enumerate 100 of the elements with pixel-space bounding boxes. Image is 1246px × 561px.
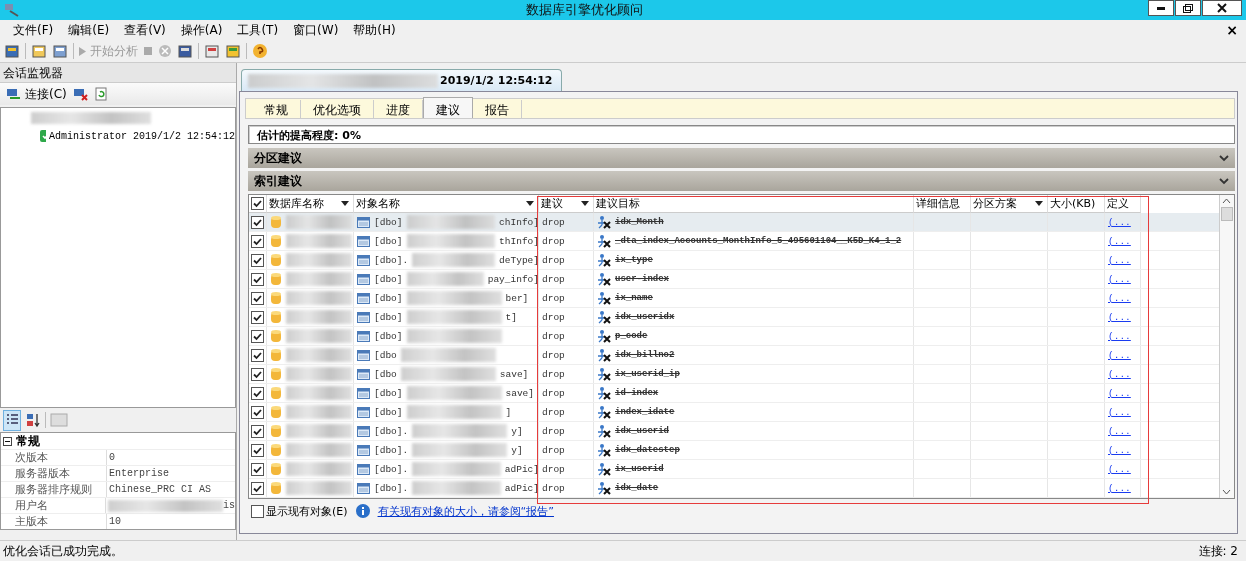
table-row[interactable]: [dbo] ber] drop ix_name (... bbox=[249, 289, 1219, 308]
menu-item[interactable]: 工具(T) bbox=[230, 21, 287, 39]
menu-item[interactable]: 文件(F) bbox=[6, 21, 62, 39]
checkbox[interactable] bbox=[251, 329, 264, 343]
definition-link[interactable]: (... bbox=[1108, 311, 1131, 323]
checkbox[interactable] bbox=[251, 424, 264, 438]
table-icon bbox=[357, 216, 370, 228]
definition-link[interactable]: (... bbox=[1108, 368, 1131, 380]
tab[interactable]: 报告 bbox=[473, 100, 522, 118]
server-icon[interactable] bbox=[6, 87, 22, 101]
close-button[interactable] bbox=[1202, 0, 1242, 16]
menu-item[interactable]: 帮助(H) bbox=[346, 21, 404, 39]
chevron-icon[interactable] bbox=[1219, 177, 1229, 185]
select-all-checkbox[interactable] bbox=[251, 197, 264, 210]
table-row[interactable]: [dbo] drop p_code (... bbox=[249, 327, 1219, 346]
column-header[interactable]: 建议 bbox=[539, 195, 594, 213]
checkbox[interactable] bbox=[251, 215, 264, 229]
checkbox[interactable] bbox=[251, 310, 264, 324]
definition-link[interactable]: (... bbox=[1108, 235, 1131, 247]
table-icon bbox=[357, 235, 370, 247]
definition-link[interactable]: (... bbox=[1108, 463, 1131, 475]
minimize-icon[interactable] bbox=[1157, 6, 1165, 10]
close-icon[interactable] bbox=[1217, 3, 1227, 13]
tab[interactable]: 常规 bbox=[252, 100, 301, 118]
tab[interactable]: 优化选项 bbox=[301, 100, 374, 118]
checkbox[interactable] bbox=[251, 504, 264, 518]
filter-icon[interactable] bbox=[581, 201, 589, 206]
menu-item[interactable]: 操作(A) bbox=[173, 21, 231, 39]
filter-icon[interactable] bbox=[341, 201, 349, 206]
definition-link[interactable]: (... bbox=[1108, 254, 1131, 266]
object-name: chInfo] bbox=[499, 216, 539, 228]
chevron-icon[interactable] bbox=[1219, 154, 1229, 162]
restore-icon[interactable] bbox=[1183, 3, 1193, 13]
menu-item[interactable]: 编辑(E) bbox=[61, 21, 118, 39]
table-row[interactable]: [dbo]. adPic] drop ix_userid (... bbox=[249, 460, 1219, 479]
tree-item[interactable]: Administrator 2019/1/2 12:54:12 bbox=[48, 130, 235, 142]
refresh-icon[interactable] bbox=[94, 87, 107, 101]
checkbox[interactable] bbox=[251, 291, 264, 305]
window-icon[interactable] bbox=[52, 43, 68, 59]
checkbox[interactable] bbox=[251, 386, 264, 400]
table-row[interactable]: [dbo drop idx_billno2 (... bbox=[249, 346, 1219, 365]
column-header[interactable]: 对象名称 bbox=[354, 195, 539, 213]
section-header[interactable]: 分区建议 bbox=[248, 148, 1235, 168]
scroll-thumb[interactable] bbox=[1221, 207, 1233, 221]
checkbox[interactable] bbox=[251, 253, 264, 267]
definition-link[interactable]: (... bbox=[1108, 273, 1131, 285]
column-header[interactable]: 数据库名称 bbox=[267, 195, 354, 213]
table-row[interactable]: [dbo] save] drop id-index (... bbox=[249, 384, 1219, 403]
close-document-button[interactable]: × bbox=[1226, 22, 1238, 38]
table-icon bbox=[357, 254, 370, 266]
document-tab[interactable]: 2019/1/2 12:54:12 bbox=[241, 69, 562, 91]
table-row[interactable]: [dbo] t] drop idx_useridx (... bbox=[249, 308, 1219, 327]
table-row[interactable]: [dbo] chInfo] drop idx_Month (... bbox=[249, 213, 1219, 232]
definition-link[interactable]: (... bbox=[1108, 330, 1131, 342]
restore-button[interactable] bbox=[1175, 0, 1201, 16]
column-header[interactable]: 定义 bbox=[1105, 195, 1141, 213]
checkbox[interactable] bbox=[251, 367, 264, 381]
definition-link[interactable]: (... bbox=[1108, 387, 1131, 399]
show-existing-checkbox[interactable]: 显示现有对象(E) bbox=[251, 503, 348, 519]
menu-item[interactable]: 查看(V) bbox=[117, 21, 174, 39]
table-row[interactable]: [dbo]. y] drop idx_userid (... bbox=[249, 422, 1219, 441]
definition-link[interactable]: (... bbox=[1108, 216, 1131, 228]
scrollbar[interactable] bbox=[1219, 195, 1234, 498]
checkbox[interactable] bbox=[251, 462, 264, 476]
column-header[interactable]: 大小(KB) bbox=[1048, 195, 1105, 213]
categorized-icon[interactable] bbox=[3, 409, 21, 431]
report-link[interactable]: 有关现有对象的大小，请参阅“报告” bbox=[377, 503, 554, 519]
checkbox[interactable] bbox=[251, 481, 264, 495]
checkbox[interactable] bbox=[251, 234, 264, 248]
table-row[interactable]: [dbo]. adPic] drop idx_date (... bbox=[249, 479, 1219, 498]
table-row[interactable]: [dbo] pay_info] drop user-index (... bbox=[249, 270, 1219, 289]
property-value: 0 bbox=[109, 452, 115, 463]
checkbox[interactable] bbox=[251, 272, 264, 286]
definition-link[interactable]: (... bbox=[1108, 482, 1131, 494]
definition-link[interactable]: (... bbox=[1108, 349, 1131, 361]
section-header[interactable]: 索引建议 bbox=[248, 171, 1235, 191]
tab[interactable]: 建议 bbox=[423, 97, 473, 118]
definition-link[interactable]: (... bbox=[1108, 406, 1131, 418]
filter-icon[interactable] bbox=[526, 201, 534, 206]
definition-link[interactable]: (... bbox=[1108, 425, 1131, 437]
definition-link[interactable]: (... bbox=[1108, 292, 1131, 304]
collapse-icon[interactable] bbox=[3, 436, 12, 446]
sort-alphabetical-icon[interactable] bbox=[25, 412, 41, 428]
table-row[interactable]: [dbo]. deType] drop ix_type (... bbox=[249, 251, 1219, 270]
help-icon[interactable] bbox=[252, 43, 268, 59]
column-header[interactable]: 分区方案 bbox=[971, 195, 1048, 213]
table-row[interactable]: [dbo] thInfo] drop _dta_index_Accounts_MonthInfo_5_495601104__K5D_K4_1_2 (... bbox=[249, 232, 1219, 251]
table-row[interactable]: [dbo] ] drop index_idate (... bbox=[249, 403, 1219, 422]
filter-icon[interactable] bbox=[1035, 201, 1043, 206]
checkbox[interactable] bbox=[251, 405, 264, 419]
minimize-button[interactable] bbox=[1148, 0, 1174, 16]
column-header[interactable]: 详细信息 bbox=[914, 195, 971, 213]
menu-item[interactable]: 窗口(W) bbox=[286, 21, 347, 39]
column-header[interactable]: 建议目标 bbox=[594, 195, 914, 213]
disconnect-icon[interactable] bbox=[72, 87, 89, 101]
table-row[interactable]: [dbo]. y] drop idx_datestep (... bbox=[249, 441, 1219, 460]
checkbox[interactable] bbox=[251, 443, 264, 457]
definition-link[interactable]: (... bbox=[1108, 444, 1131, 456]
table-row[interactable]: [dbo save] drop ix_userid_ip (... bbox=[249, 365, 1219, 384]
checkbox[interactable] bbox=[251, 348, 264, 362]
